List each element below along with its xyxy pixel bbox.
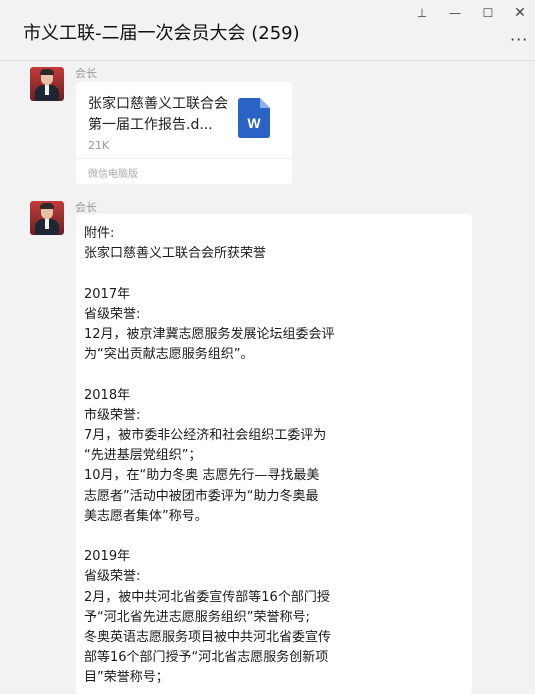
- file-message-card[interactable]: 张家口慈善义工联合会第一届工作报告.d... 21K 微信电脑版 W: [76, 82, 292, 184]
- message-text: 附件: 张家口慈善义工联合会所获荣誉 2017年 省级荣誉: 12月，被京津冀志…: [84, 226, 335, 686]
- text-message-bubble[interactable]: 附件: 张家口慈善义工联合会所获荣誉 2017年 省级荣誉: 12月，被京津冀志…: [76, 214, 472, 694]
- maximize-icon[interactable]: ☐: [479, 4, 497, 22]
- sender-name: 会长: [75, 67, 97, 80]
- more-options-icon[interactable]: ···: [510, 30, 528, 49]
- avatar[interactable]: [30, 201, 64, 235]
- word-icon-letter: W: [247, 115, 261, 131]
- file-name: 张家口慈善义工联合会第一届工作报告.d...: [88, 96, 228, 133]
- minimize-icon[interactable]: —: [446, 4, 464, 22]
- divider: [76, 158, 292, 159]
- file-size: 21K: [88, 139, 110, 152]
- pin-icon[interactable]: ⊥: [413, 4, 431, 22]
- sender-name: 会长: [75, 201, 97, 214]
- file-source-label: 微信电脑版: [88, 169, 138, 180]
- avatar[interactable]: [30, 67, 64, 101]
- title-bar: 市义工联-二届一次会员大会 (259) ⊥ — ☐ ✕ ···: [0, 0, 535, 61]
- close-icon[interactable]: ✕: [511, 4, 529, 22]
- word-doc-icon: W: [238, 98, 270, 138]
- chat-title: 市义工联-二届一次会员大会 (259): [23, 23, 300, 44]
